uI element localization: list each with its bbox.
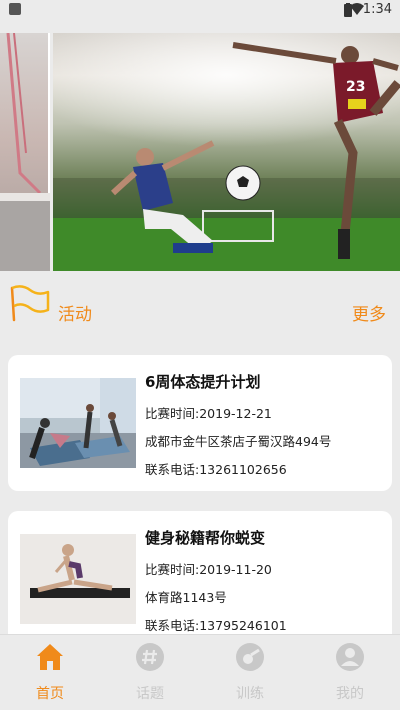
status-time: 1:34: [362, 2, 392, 17]
card-date: 比赛时间:2019-12-21: [145, 406, 272, 421]
nav-item-topics[interactable]: 话题: [100, 635, 200, 710]
flag-icon: [10, 285, 50, 322]
nav-item-training[interactable]: 训练: [200, 635, 300, 710]
notification-icon: [9, 3, 21, 15]
banner-side-image[interactable]: [0, 33, 50, 271]
section-title: 活动: [58, 305, 92, 325]
nav-item-home[interactable]: 首页: [0, 635, 100, 710]
card-date: 比赛时间:2019-11-20: [145, 562, 272, 577]
card-phone: 联系电话:13261102656: [145, 462, 287, 477]
card-address: 体育路1143号: [145, 590, 227, 605]
activity-card[interactable]: 6周体态提升计划 比赛时间:2019-12-21 成都市金牛区茶店子蜀汉路494…: [8, 355, 392, 491]
activity-card[interactable]: 健身秘籍帮你蜕变 比赛时间:2019-11-20 体育路1143号 联系电话:1…: [8, 511, 392, 635]
yoga-class-image: [20, 378, 136, 468]
nav-label: 首页: [36, 686, 64, 702]
status-bar: 1:34: [0, 0, 400, 22]
card-title: 健身秘籍帮你蜕变: [145, 529, 266, 547]
person-icon: [336, 643, 364, 671]
card-phone: 联系电话:13795246101: [145, 618, 287, 633]
activity-section-header: 活动 更多: [0, 282, 400, 330]
nav-item-profile[interactable]: 我的: [300, 635, 400, 710]
nav-label: 训练: [236, 686, 264, 702]
more-link[interactable]: 更多: [352, 300, 386, 325]
stretching-image: [20, 534, 136, 624]
banner-carousel[interactable]: 23: [0, 33, 400, 271]
nav-label: 我的: [336, 686, 364, 702]
bottom-nav: 首页 话题 训练 我的: [0, 634, 400, 710]
banner-soccer-image[interactable]: 23: [53, 33, 400, 271]
nav-label: 话题: [136, 686, 164, 702]
svg-text:23: 23: [346, 79, 365, 95]
card-address: 成都市金牛区茶店子蜀汉路494号: [145, 434, 332, 449]
hashtag-icon: [136, 643, 164, 671]
card-title: 6周体态提升计划: [145, 373, 261, 391]
whistle-icon: [236, 643, 264, 671]
home-icon: [37, 644, 63, 670]
